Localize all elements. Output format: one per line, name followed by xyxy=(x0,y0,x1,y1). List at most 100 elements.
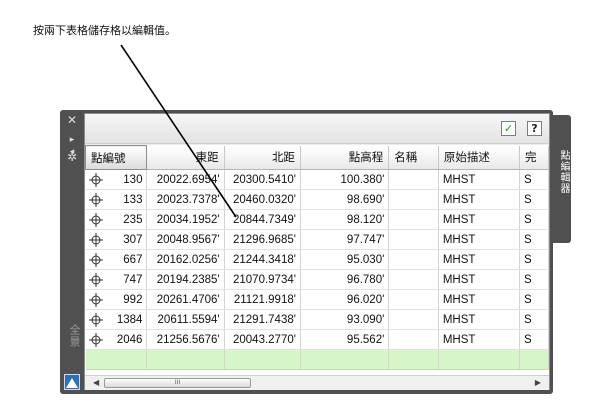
new-row-cell[interactable] xyxy=(519,349,549,370)
gear-icon[interactable]: ✲ xyxy=(66,151,78,163)
cell-easting[interactable]: 20034.1952' xyxy=(146,209,225,230)
cell-full-description[interactable]: S xyxy=(519,169,549,190)
cell-raw-description[interactable]: MHST xyxy=(438,189,520,210)
cell-point-number[interactable]: 130 xyxy=(85,169,148,190)
scroll-left-icon[interactable]: ◀ xyxy=(93,378,99,387)
cell-northing[interactable]: 21296.9685' xyxy=(224,229,301,250)
palette-tab[interactable]: 點編輯器 xyxy=(553,115,571,243)
column-header-elevation[interactable]: 點高程 xyxy=(300,145,390,170)
cell-name[interactable] xyxy=(388,189,439,210)
cell-easting[interactable]: 21256.5676' xyxy=(146,329,225,350)
cell-full-description[interactable]: S xyxy=(519,289,549,310)
cell-full-description[interactable]: S xyxy=(519,269,549,290)
new-row-cell[interactable] xyxy=(300,349,390,370)
cell-point-number[interactable]: 747 xyxy=(85,269,148,290)
cell-easting[interactable]: 20022.6954' xyxy=(146,169,225,190)
cell-name[interactable] xyxy=(388,229,439,250)
palette-tab-label: 點編輯器 xyxy=(558,150,569,194)
cell-full-description[interactable]: S xyxy=(519,249,549,270)
point-number-value: 992 xyxy=(123,293,143,306)
column-header-easting[interactable]: 東距 xyxy=(146,145,225,170)
autocad-logo-icon[interactable] xyxy=(64,374,80,390)
new-row-cell[interactable] xyxy=(224,349,301,370)
column-header-northing[interactable]: 北距 xyxy=(224,145,301,170)
cell-raw-description[interactable]: MHST xyxy=(438,229,520,250)
cell-name[interactable] xyxy=(388,309,439,330)
cell-point-number[interactable]: 667 xyxy=(85,249,148,270)
cell-northing[interactable]: 21244.3418' xyxy=(224,249,301,270)
cell-point-number[interactable]: 1384 xyxy=(85,309,148,330)
cell-full-description[interactable]: S xyxy=(519,309,549,330)
cell-northing[interactable]: 20043.2770' xyxy=(224,329,301,350)
cell-northing[interactable]: 20460.0320' xyxy=(224,189,301,210)
cell-name[interactable] xyxy=(388,169,439,190)
cell-easting[interactable]: 20048.9567' xyxy=(146,229,225,250)
cell-point-number[interactable]: 307 xyxy=(85,229,148,250)
cell-elevation[interactable]: 98.690' xyxy=(300,189,390,210)
cell-easting[interactable]: 20194.2385' xyxy=(146,269,225,290)
cell-raw-description[interactable]: MHST xyxy=(438,169,520,190)
cell-full-description[interactable]: S xyxy=(519,189,549,210)
new-row-cell[interactable] xyxy=(146,349,225,370)
table-row[interactable]: 307 20048.9567' 21296.9685' 97.747' MHST S xyxy=(85,229,549,250)
cell-name[interactable] xyxy=(388,329,439,350)
cell-point-number[interactable]: 133 xyxy=(85,189,148,210)
scroll-right-icon[interactable]: ▶ xyxy=(535,378,541,387)
cell-name[interactable] xyxy=(388,289,439,310)
cell-easting[interactable]: 20261.4706' xyxy=(146,289,225,310)
cell-full-description[interactable]: S xyxy=(519,229,549,250)
cell-northing[interactable]: 20844.7349' xyxy=(224,209,301,230)
cell-full-description[interactable]: S xyxy=(519,329,549,350)
cell-elevation[interactable]: 97.747' xyxy=(300,229,390,250)
cell-point-number[interactable]: 2046 xyxy=(85,329,148,350)
cell-point-number[interactable]: 235 xyxy=(85,209,148,230)
help-button[interactable]: ? xyxy=(527,121,542,136)
table-row[interactable]: 133 20023.7378' 20460.0320' 98.690' MHST S xyxy=(85,189,549,210)
cell-raw-description[interactable]: MHST xyxy=(438,209,520,230)
cell-elevation[interactable]: 95.562' xyxy=(300,329,390,350)
cell-elevation[interactable]: 93.090' xyxy=(300,309,390,330)
table-row[interactable]: 2046 21256.5676' 20043.2770' 95.562' MHST S xyxy=(85,329,549,350)
cell-elevation[interactable]: 95.030' xyxy=(300,249,390,270)
cell-raw-description[interactable]: MHST xyxy=(438,269,520,290)
table-row[interactable]: 235 20034.1952' 20844.7349' 98.120' MHST S xyxy=(85,209,549,230)
cell-elevation[interactable]: 96.780' xyxy=(300,269,390,290)
cell-northing[interactable]: 21291.7438' xyxy=(224,309,301,330)
column-header-point-number[interactable]: 點編號 xyxy=(85,145,148,170)
new-point-row[interactable] xyxy=(85,349,549,370)
cell-northing[interactable]: 20300.5410' xyxy=(224,169,301,190)
cell-elevation[interactable]: 98.120' xyxy=(300,209,390,230)
scroll-thumb[interactable]: III xyxy=(104,378,251,388)
column-header-name[interactable]: 名稱 xyxy=(388,145,439,170)
cell-name[interactable] xyxy=(388,209,439,230)
cell-easting[interactable]: 20611.5594' xyxy=(146,309,225,330)
table-row[interactable]: 667 20162.0256' 21244.3418' 95.030' MHST S xyxy=(85,249,549,270)
new-row-cell[interactable] xyxy=(438,349,520,370)
new-row-cell[interactable] xyxy=(388,349,439,370)
cell-elevation[interactable]: 100.380' xyxy=(300,169,390,190)
cell-full-description[interactable]: S xyxy=(519,209,549,230)
cell-raw-description[interactable]: MHST xyxy=(438,289,520,310)
cell-raw-description[interactable]: MHST xyxy=(438,249,520,270)
apply-check-button[interactable]: ✓ xyxy=(501,121,516,136)
cell-point-number[interactable]: 992 xyxy=(85,289,148,310)
cell-easting[interactable]: 20023.7378' xyxy=(146,189,225,210)
table-row[interactable]: 130 20022.6954' 20300.5410' 100.380' MHST S xyxy=(85,169,549,190)
cell-elevation[interactable]: 96.020' xyxy=(300,289,390,310)
point-table: 點編號 東距 北距 點高程 名稱 原始描述 完 130 20022.6954' 20… xyxy=(85,145,549,375)
horizontal-scrollbar[interactable]: ◀ III ▶ xyxy=(85,375,549,390)
table-row[interactable]: 992 20261.4706' 21121.9918' 96.020' MHST S xyxy=(85,289,549,310)
column-header-full-description[interactable]: 完 xyxy=(519,145,549,170)
cell-raw-description[interactable]: MHST xyxy=(438,329,520,350)
cell-northing[interactable]: 21070.9734' xyxy=(224,269,301,290)
close-icon[interactable]: ✕ xyxy=(66,114,78,126)
cell-name[interactable] xyxy=(388,269,439,290)
table-row[interactable]: 747 20194.2385' 21070.9734' 96.780' MHST S xyxy=(85,269,549,290)
new-row-cell[interactable] xyxy=(85,349,148,370)
table-row[interactable]: 1384 20611.5594' 21291.7438' 93.090' MHST S xyxy=(85,309,549,330)
cell-easting[interactable]: 20162.0256' xyxy=(146,249,225,270)
cell-raw-description[interactable]: MHST xyxy=(438,309,520,330)
cell-northing[interactable]: 21121.9918' xyxy=(224,289,301,310)
column-header-raw-description[interactable]: 原始描述 xyxy=(438,145,520,170)
cell-name[interactable] xyxy=(388,249,439,270)
